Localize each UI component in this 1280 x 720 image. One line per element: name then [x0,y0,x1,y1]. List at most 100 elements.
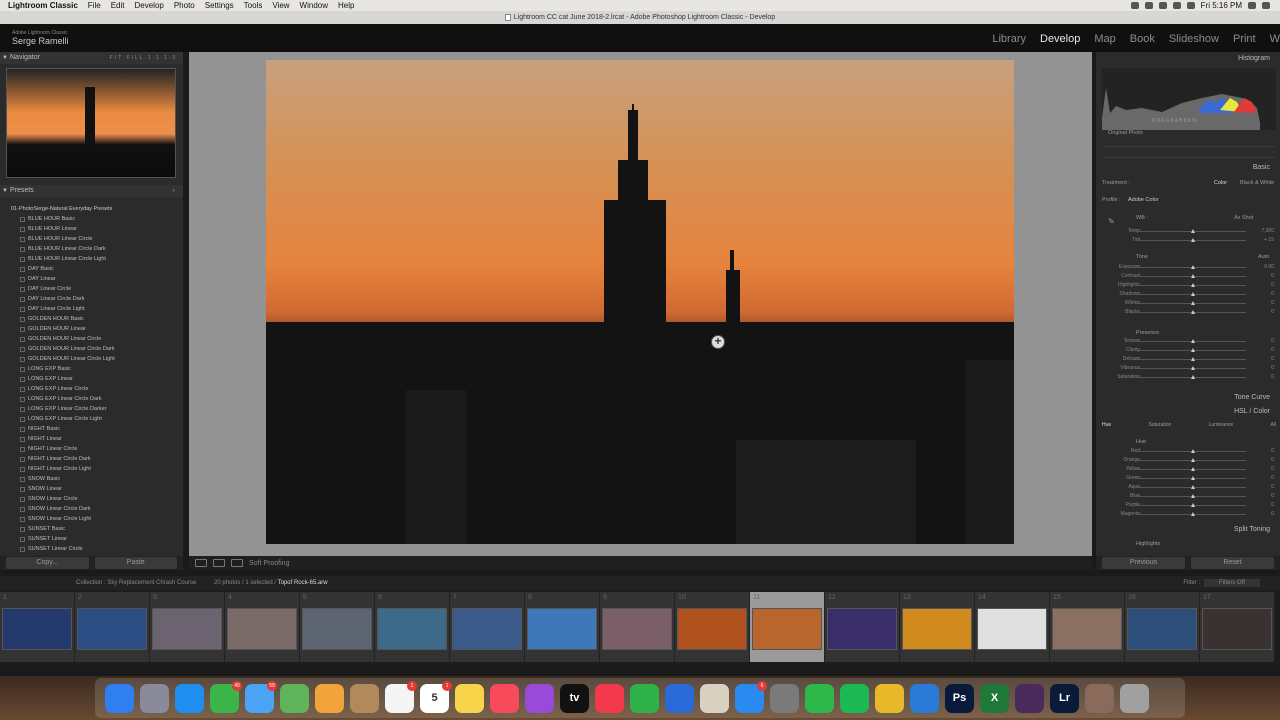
slider-track[interactable] [1136,301,1246,305]
slider-track[interactable] [1136,503,1246,507]
menu-photo[interactable]: Photo [169,0,200,11]
edge-icon[interactable] [910,684,939,713]
filmstrip-thumbnail[interactable] [302,608,372,650]
filmstrip-thumbnail[interactable] [602,608,672,650]
preset-item[interactable]: GOLDEN HOUR Linear Circle [0,334,183,344]
slider-value[interactable]: 0 [1271,356,1274,362]
menu-view[interactable]: View [267,0,294,11]
treatment-bw[interactable]: Black & White [1240,180,1274,186]
slider-value[interactable]: 0 [1271,475,1274,481]
slider-knob[interactable] [1191,348,1195,352]
collection-source[interactable]: Collection : Sky Replacement Chrash Cour… [76,576,196,590]
cloud-icon[interactable] [1144,2,1153,9]
filmstrip-thumbnail[interactable] [677,608,747,650]
preset-item[interactable]: LONG EXP Linear Circle Darker [0,404,183,414]
slider-value[interactable]: 0 [1271,457,1274,463]
preset-item[interactable]: SUNSET Linear Circle [0,544,183,554]
navigator-header[interactable]: ▼ Navigator FIT FILL 1:1 1:3 [0,52,183,64]
appletv-icon[interactable]: tv [560,684,589,713]
slider-track[interactable] [1136,292,1246,296]
preset-item[interactable]: GOLDEN HOUR Linear Circle Light [0,354,183,364]
slider-knob[interactable] [1191,339,1195,343]
app-menu[interactable]: Lightroom Classic [0,0,83,11]
clock[interactable]: Fri 5:16 PM [1201,1,1242,10]
music-icon[interactable] [490,684,519,713]
filmstrip-thumbnail[interactable] [902,608,972,650]
add-preset-button[interactable]: + [172,185,177,197]
slider-track[interactable] [1136,274,1246,278]
filmstrip-cell[interactable]: 8 [525,592,600,662]
filmstrip-thumbnail[interactable] [452,608,522,650]
slider-knob[interactable] [1191,265,1195,269]
systemprefs-icon[interactable] [770,684,799,713]
selected-filename[interactable]: Topof Rock-65.arw [278,580,328,586]
filmstrip-cell[interactable]: 6 [375,592,450,662]
preset-item[interactable]: NIGHT Linear Circle Dark [0,454,183,464]
split-toning-header[interactable]: Split Toning [1234,526,1270,533]
podcasts-icon[interactable] [525,684,554,713]
preset-item[interactable]: BLUE HOUR Linear Circle Dark [0,244,183,254]
tab-all[interactable]: All [1270,422,1276,434]
filmstrip-cell[interactable]: 3 [150,592,225,662]
reminders-icon[interactable]: 1 [385,681,417,713]
slider-knob[interactable] [1191,449,1195,453]
preset-item[interactable]: GOLDEN HOUR Basic [0,314,183,324]
profile-dropdown[interactable]: Adobe Color [1128,197,1159,203]
slider-track[interactable] [1136,283,1246,287]
menu-help[interactable]: Help [333,0,359,11]
filmstrip-thumbnail[interactable] [977,608,1047,650]
wb-dropdown[interactable]: As Shot [1234,215,1253,221]
eyedropper-icon[interactable]: ✎ [1108,217,1115,226]
slider-knob[interactable] [1191,467,1195,471]
menu-file[interactable]: File [83,0,106,11]
filmstrip-cell[interactable]: 7 [450,592,525,662]
slider-value[interactable]: 0 [1271,365,1274,371]
slider-knob[interactable] [1191,503,1195,507]
histogram[interactable]: R 8.6 G 8.4 B 8.9 % [1102,68,1276,130]
slider-track[interactable] [1136,238,1246,242]
maps-icon[interactable] [280,684,309,713]
spotify-icon[interactable] [840,684,869,713]
preset-item[interactable]: LONG EXP Linear Circle Dark [0,394,183,404]
slider-knob[interactable] [1191,357,1195,361]
slider-knob[interactable] [1191,485,1195,489]
filmstrip-cell[interactable]: 15 [1050,592,1125,662]
slider-knob[interactable] [1191,310,1195,314]
module-slideshow[interactable]: Slideshow [1169,33,1219,45]
preset-item[interactable]: DAY Linear Circle Dark [0,294,183,304]
slider-value[interactable]: 0 [1271,466,1274,472]
menu-develop[interactable]: Develop [129,0,168,11]
slider-track[interactable] [1136,494,1246,498]
filmstrip-thumbnail[interactable] [1127,608,1197,650]
preset-item[interactable]: LONG EXP Linear [0,374,183,384]
preset-item[interactable]: NIGHT Basic [0,424,183,434]
slider-track[interactable] [1136,467,1246,471]
slider-track[interactable] [1136,366,1246,370]
slider-knob[interactable] [1191,366,1195,370]
reset-button[interactable]: Reset [1191,557,1274,569]
auto-button[interactable]: Auto [1258,254,1269,260]
preset-item[interactable]: NIGHT Linear [0,434,183,444]
filmstrip-thumbnail[interactable] [377,608,447,650]
tab-saturation[interactable]: Saturation [1149,422,1172,434]
filmstrip-thumbnail[interactable] [1202,608,1272,650]
slider-knob[interactable] [1191,292,1195,296]
slider-value[interactable]: + 15 [1264,237,1274,243]
filmstrip-cell[interactable]: 1 [0,592,75,662]
before-after-swap-icon[interactable] [231,559,243,567]
preset-item[interactable]: NIGHT Linear Circle Light [0,464,183,474]
preset-item[interactable]: NIGHT Linear Circle [0,444,183,454]
filmstrip-cell[interactable]: 16 [1125,592,1200,662]
tab-luminance[interactable]: Luminance [1209,422,1233,434]
news-icon[interactable] [595,684,624,713]
slider-knob[interactable] [1191,301,1195,305]
appstore-icon[interactable]: 6 [735,681,767,713]
preset-item[interactable]: GOLDEN HOUR Linear [0,324,183,334]
filmstrip-thumbnail[interactable] [227,608,297,650]
filmstrip-cell[interactable]: 2 [75,592,150,662]
excel-icon[interactable]: X [980,684,1009,713]
slider-track[interactable] [1136,449,1246,453]
copy-button[interactable]: Copy... [6,557,89,569]
photos-icon[interactable] [315,684,344,713]
preset-item[interactable]: SNOW Linear Circle [0,494,183,504]
